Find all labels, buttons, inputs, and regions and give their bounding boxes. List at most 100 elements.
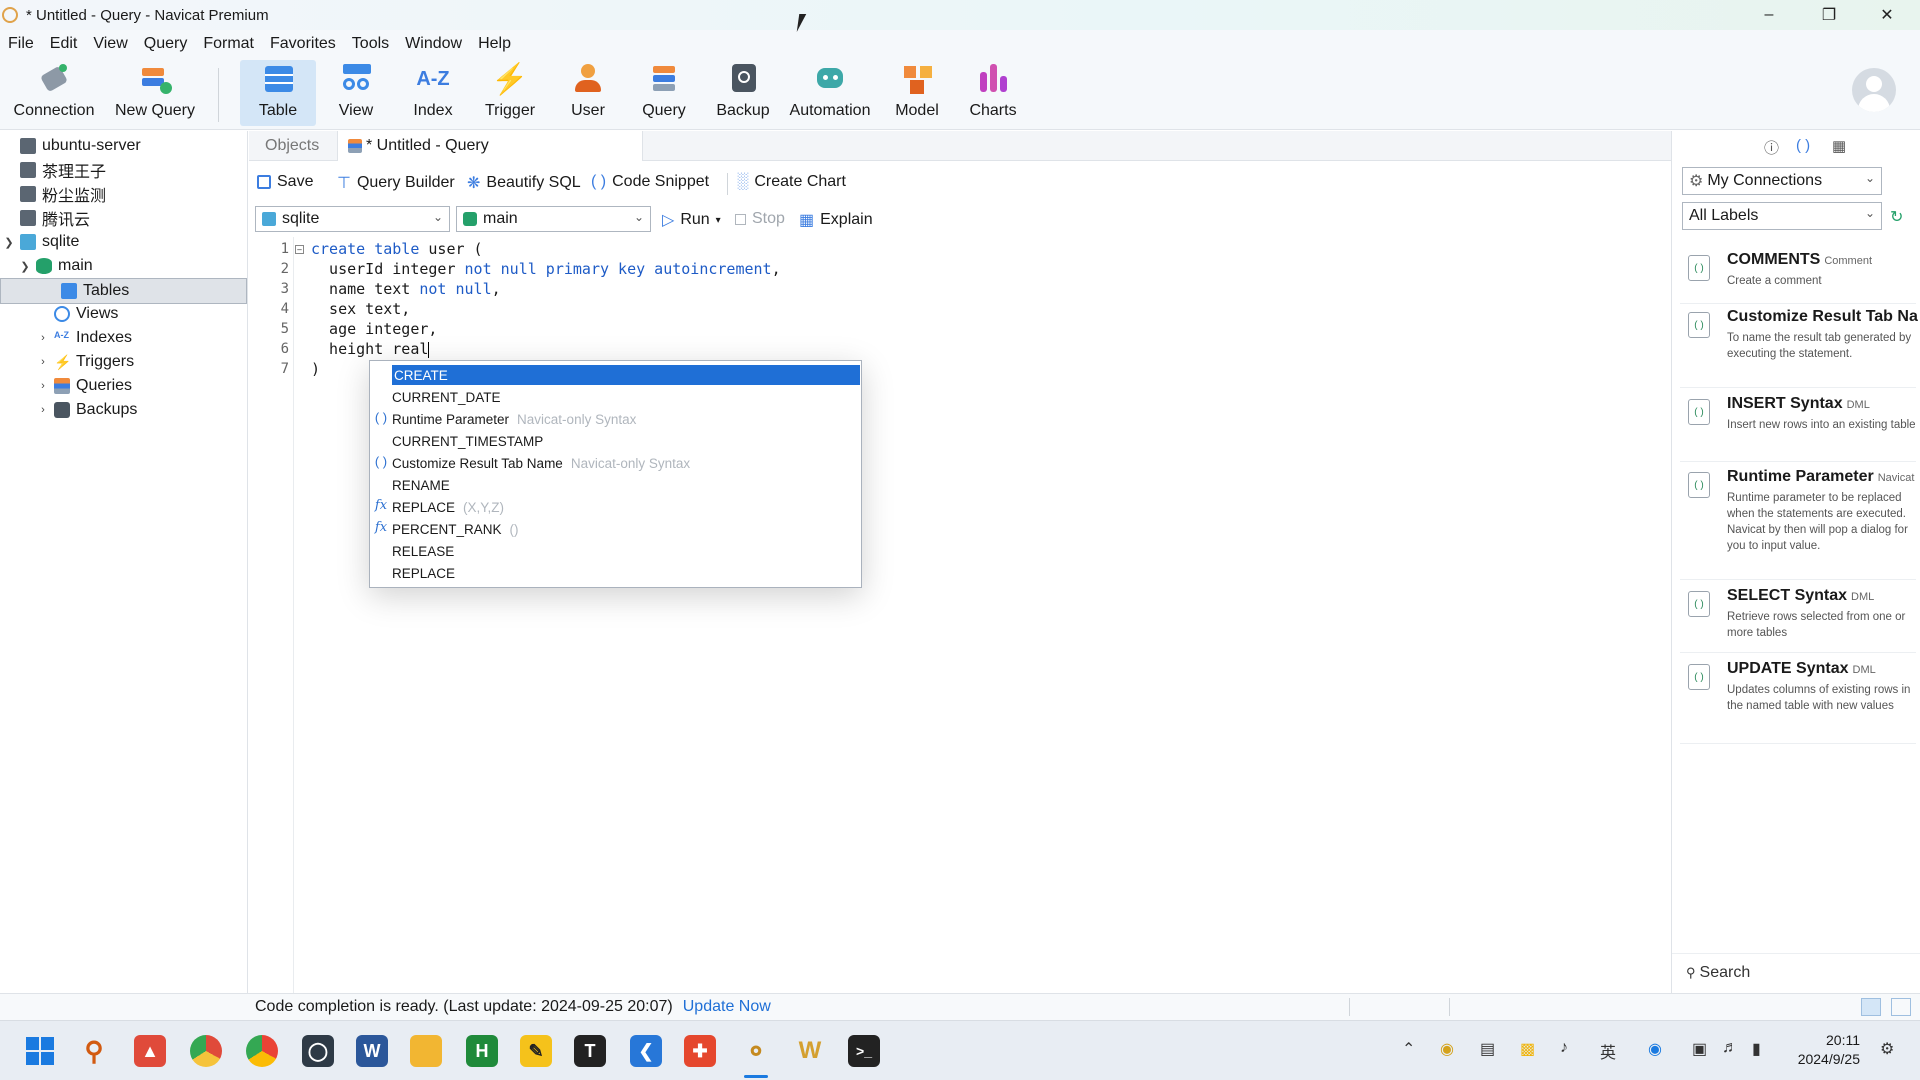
app-icon[interactable]: W [794, 1035, 826, 1067]
menu-file[interactable]: File [0, 35, 42, 53]
update-now-link[interactable]: Update Now [683, 998, 771, 1016]
maximize-button[interactable]: ❐ [1800, 0, 1858, 30]
chrome-icon[interactable] [246, 1035, 278, 1067]
labels-select[interactable]: All Labels ⌄ [1682, 202, 1882, 230]
battery-icon[interactable]: ▮ [1752, 1039, 1761, 1059]
menu-view[interactable]: View [85, 35, 135, 53]
menu-format[interactable]: Format [195, 35, 262, 53]
menu-window[interactable]: Window [397, 35, 470, 53]
snippet-item-customize-result[interactable]: Customize Result Tab Na To name the resul… [1727, 308, 1918, 362]
tray-app-icon[interactable]: ▩ [1520, 1039, 1535, 1059]
layout-left-icon[interactable] [1861, 998, 1881, 1016]
create-chart-button[interactable]: ░ Create Chart [737, 173, 846, 191]
index-button[interactable]: A-Z Index [400, 60, 466, 126]
database-select[interactable]: main ⌄ [456, 206, 651, 232]
tree-item-chalwangzi[interactable]: 茶理王子 [20, 158, 106, 182]
autocomplete-item[interactable]: RELEASE [392, 541, 454, 561]
tab-objects[interactable]: Objects [249, 131, 329, 161]
tree-item-main[interactable]: ❯ main [18, 254, 93, 278]
tree-item-triggers[interactable]: › ⚡ Triggers [36, 350, 134, 374]
tree-item-tables[interactable]: Tables [0, 278, 247, 304]
menu-query[interactable]: Query [136, 35, 196, 53]
automation-button[interactable]: Automation [782, 60, 878, 126]
snippet-item-comments[interactable]: COMMENTS Comment Create a comment [1727, 251, 1917, 289]
view-button[interactable]: View [322, 60, 390, 126]
menu-tools[interactable]: Tools [344, 35, 397, 53]
autocomplete-item[interactable]: CURRENT_DATE [392, 387, 501, 407]
chevron-up-icon[interactable]: ⌃ [1402, 1039, 1415, 1059]
refresh-icon[interactable]: ↻ [1890, 207, 1903, 227]
connection-select[interactable]: sqlite ⌄ [255, 206, 450, 232]
ime-indicator[interactable]: 英 [1600, 1039, 1616, 1063]
autocomplete-item[interactable]: REPLACE (X,Y,Z) [392, 497, 504, 517]
autocomplete-item[interactable]: CURRENT_TIMESTAMP [392, 431, 543, 451]
terminal-icon[interactable]: >_ [848, 1035, 880, 1067]
beautify-sql-button[interactable]: ❋ Beautify SQL [467, 173, 581, 193]
run-button[interactable]: ▷ Run ▾ [662, 210, 721, 230]
info-icon[interactable]: ⓘ [1764, 137, 1779, 158]
autocomplete-item[interactable]: CREATE [392, 365, 860, 385]
table-button[interactable]: Table [240, 60, 316, 126]
app-icon[interactable]: ✎ [520, 1035, 552, 1067]
tree-item-backups[interactable]: › Backups [36, 398, 137, 422]
search-icon[interactable]: ⚲ [78, 1035, 110, 1067]
save-button[interactable]: Save [257, 173, 313, 191]
typora-icon[interactable]: T [574, 1035, 606, 1067]
word-icon[interactable]: W [356, 1035, 388, 1067]
app-icon[interactable]: ▲ [134, 1035, 166, 1067]
menu-favorites[interactable]: Favorites [262, 35, 344, 53]
backup-button[interactable]: Backup [708, 60, 778, 126]
autocomplete-item[interactable]: Customize Result Tab Name Navicat-only Sy… [392, 453, 690, 473]
tree-item-sqlite[interactable]: ❯ sqlite [2, 230, 79, 254]
autocomplete-item[interactable]: REPLACE [392, 563, 455, 583]
minimize-button[interactable]: – [1740, 0, 1798, 30]
connections-select[interactable]: ⚙ My Connections ⌄ [1682, 167, 1882, 195]
avatar[interactable] [1852, 68, 1896, 112]
autocomplete-item[interactable]: Runtime Parameter Navicat-only Syntax [392, 409, 636, 429]
tree-item-queries[interactable]: › Queries [36, 374, 132, 398]
tree-item-views[interactable]: Views [54, 302, 118, 326]
tray-app-icon[interactable]: ◉ [1648, 1039, 1662, 1059]
code-snippet-button[interactable]: ( ) Code Snippet [591, 173, 709, 191]
network-icon[interactable]: ▣ [1692, 1039, 1707, 1059]
connection-button[interactable]: Connection [8, 60, 100, 126]
menu-edit[interactable]: Edit [42, 35, 86, 53]
snippet-item-insert[interactable]: INSERT Syntax DML Insert new rows into an … [1727, 395, 1917, 433]
autocomplete-item[interactable]: RENAME [392, 475, 450, 495]
model-button[interactable]: Model [884, 60, 950, 126]
browser-icon[interactable] [190, 1035, 222, 1067]
snippet-search[interactable]: ⚲ Search [1672, 953, 1920, 991]
query-button[interactable]: Query [632, 60, 696, 126]
sql-editor[interactable]: create table user ( userId integer not n… [295, 237, 1670, 993]
volume-icon[interactable]: ♬ [1722, 1039, 1738, 1057]
folder-icon[interactable] [410, 1035, 442, 1067]
chevron-right-icon[interactable]: › [36, 356, 50, 368]
chevron-down-icon[interactable]: ❯ [2, 236, 16, 249]
tree-item-ubuntu-server[interactable]: ubuntu-server [20, 134, 141, 158]
tab-untitled-query[interactable]: * Untitled - Query [337, 131, 643, 161]
charts-button[interactable]: Charts [960, 60, 1026, 126]
user-button[interactable]: User [556, 60, 620, 126]
start-icon[interactable] [24, 1035, 56, 1067]
app-icon[interactable]: ◯ [302, 1035, 334, 1067]
chevron-right-icon[interactable]: › [36, 380, 50, 392]
chevron-down-icon[interactable]: ▾ [716, 215, 721, 226]
trigger-button[interactable]: ⚡ Trigger [476, 60, 544, 126]
notification-icon[interactable]: ⚙ [1880, 1039, 1894, 1059]
menu-help[interactable]: Help [470, 35, 519, 53]
vscode-icon[interactable]: ❮ [630, 1035, 662, 1067]
tray-app-icon[interactable]: ▤ [1480, 1039, 1495, 1059]
autocomplete-item[interactable]: PERCENT_RANK() [392, 519, 519, 539]
stop-button[interactable]: Stop [735, 210, 785, 228]
new-query-button[interactable]: New Query [110, 60, 200, 126]
chevron-right-icon[interactable]: › [36, 404, 50, 416]
chevron-right-icon[interactable]: › [36, 332, 50, 344]
tree-item-indexes[interactable]: › A-Z Indexes [36, 326, 132, 350]
snippet-item-select[interactable]: SELECT Syntax DML Retrieve rows selected f… [1727, 587, 1917, 641]
snippet-icon[interactable]: ( ) [1796, 137, 1810, 154]
navicat-icon[interactable]: ⚬ [740, 1035, 772, 1067]
microphone-icon[interactable]: ♪ [1560, 1039, 1568, 1057]
chevron-down-icon[interactable]: ❯ [18, 260, 32, 273]
snippet-item-update[interactable]: UPDATE Syntax DML Updates columns of exist… [1727, 660, 1917, 714]
app-icon[interactable]: ✚ [684, 1035, 716, 1067]
